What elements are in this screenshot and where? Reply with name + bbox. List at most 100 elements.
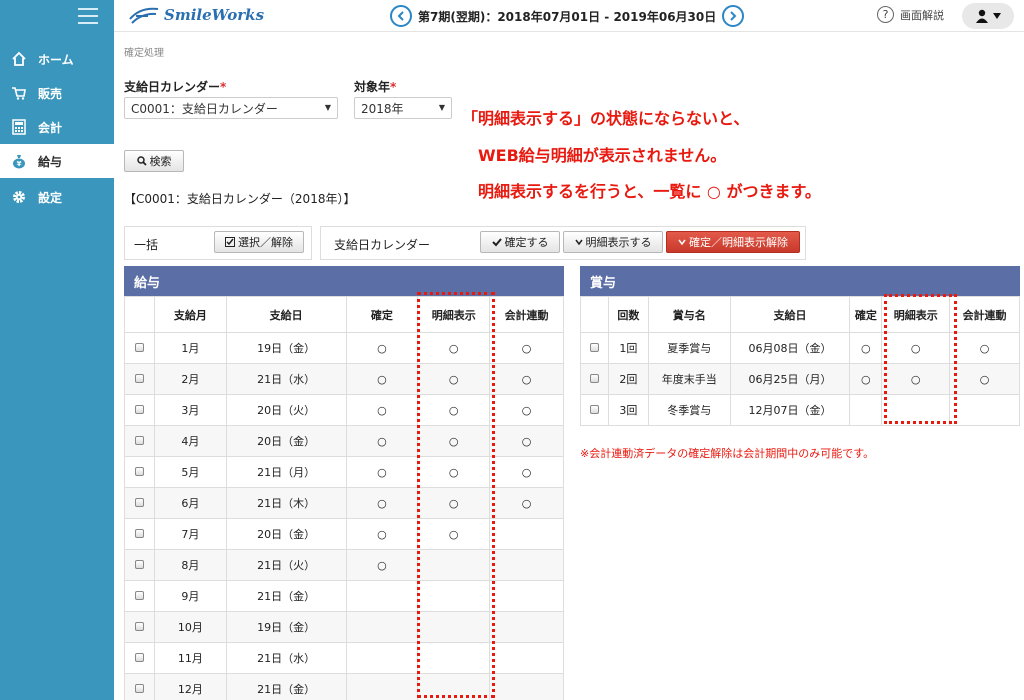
table-row: 7月 20日（金） ○ ○ [124, 518, 564, 550]
sidebar-item-home[interactable]: ホーム [0, 42, 114, 76]
pay-day: 21日（火） [225, 549, 347, 581]
pay-month: 5月 [153, 456, 227, 488]
accounting-note: ※会計連動済データの確定解除は会計期間中のみ可能です。 [580, 447, 875, 460]
pay-day: 21日（金） [225, 580, 347, 612]
row-checkbox[interactable] [134, 435, 144, 445]
linked-status-mark: ○ [979, 372, 990, 386]
bonus-name: 冬季賞与 [647, 394, 731, 426]
year-select[interactable]: 2018年 ▼ [354, 97, 452, 119]
linked-status: ○ [489, 394, 564, 426]
sidebar-item-label: 会計 [38, 120, 63, 135]
row-checkbox[interactable] [134, 342, 144, 352]
table-row: 5月 21日（月） ○ ○ ○ [124, 456, 564, 488]
bonus-column-header: 賞与名 [647, 296, 731, 333]
linked-status [489, 549, 564, 581]
select-toggle-button[interactable]: 選択／解除 [214, 231, 304, 253]
pay-day: 20日（金） [225, 518, 347, 550]
salary-checkbox-cell [124, 549, 155, 581]
linked-status: ○ [489, 456, 564, 488]
select-toggle-label: 選択／解除 [238, 236, 293, 249]
salary-checkbox-cell [124, 487, 155, 519]
logo-swoosh-icon [129, 7, 159, 24]
salary-column-header [124, 296, 155, 333]
row-checkbox[interactable] [589, 342, 599, 352]
search-button[interactable]: 検索 [124, 150, 184, 172]
screen-help-link[interactable]: ? 画面解説 [877, 6, 944, 23]
salary-checkbox-cell [124, 673, 155, 700]
confirmed-status: ○ [345, 518, 419, 550]
sidebar-item-accounting[interactable]: 会計 [0, 110, 114, 144]
period-label: 第7期(翌期)：2018年07月01日 - 2019年06月30日 [418, 9, 717, 24]
table-row: 12月 21日（金） [124, 673, 564, 700]
salary-checkbox-cell [124, 518, 155, 550]
bonus-day: 06月08日（金） [729, 332, 851, 364]
sidebar-item-sales[interactable]: 販売 [0, 76, 114, 110]
row-checkbox[interactable] [134, 590, 144, 600]
row-checkbox[interactable] [134, 528, 144, 538]
bonus-name: 夏季賞与 [647, 332, 731, 364]
bonus-checkbox-cell [580, 394, 609, 426]
confirm-button[interactable]: 確定する [480, 231, 560, 253]
confirmed-status [849, 394, 883, 426]
pay-day: 21日（水） [225, 642, 347, 674]
row-checkbox[interactable] [134, 683, 144, 693]
caret-down-icon: ▼ [324, 103, 331, 112]
row-checkbox[interactable] [134, 559, 144, 569]
linked-status [489, 518, 564, 550]
linked-status: ○ [949, 332, 1020, 364]
sidebar-item-payroll[interactable]: ¥ 給与 [0, 144, 114, 178]
show-detail-button[interactable]: 明細表示する [563, 231, 663, 253]
confirmed-status [345, 642, 419, 674]
chevron-down-icon [678, 239, 686, 246]
confirmed-status-mark: ○ [377, 434, 387, 448]
confirmed-status-mark: ○ [861, 372, 871, 386]
row-checkbox[interactable] [134, 404, 144, 414]
row-checkbox[interactable] [134, 652, 144, 662]
pay-day: 21日（水） [225, 363, 347, 395]
pay-day: 21日（木） [225, 487, 347, 519]
calendar-select[interactable]: C0001：支給日カレンダー ▼ [124, 97, 338, 119]
action-box-label: 支給日カレンダー [334, 238, 431, 252]
linked-status: ○ [489, 363, 564, 395]
bonus-column-header: 会計連動 [949, 296, 1020, 333]
search-button-label: 検索 [149, 155, 172, 168]
pay-month: 8月 [153, 549, 227, 581]
row-checkbox[interactable] [134, 466, 144, 476]
linked-status-mark: ○ [521, 434, 532, 448]
confirmed-status: ○ [849, 363, 883, 395]
pay-month: 7月 [153, 518, 227, 550]
hamburger-menu-icon[interactable] [78, 8, 98, 24]
release-button[interactable]: 確定／明細表示解除 [666, 231, 800, 253]
pay-month: 2月 [153, 363, 227, 395]
pay-day: 19日（金） [225, 332, 347, 364]
table-row: 10月 19日（金） [124, 611, 564, 643]
confirmed-status: ○ [345, 332, 419, 364]
home-icon [10, 50, 28, 68]
user-menu-button[interactable] [962, 3, 1014, 29]
table-row: 4月 20日（金） ○ ○ ○ [124, 425, 564, 457]
salary-column-header: 確定 [345, 296, 419, 333]
salary-checkbox-cell [124, 425, 155, 457]
bonus-count: 2回 [607, 363, 649, 395]
row-checkbox[interactable] [589, 404, 599, 414]
annotation-line-2: WEB給与明細が表示されません。 [478, 146, 727, 165]
previous-period-button[interactable] [390, 5, 412, 27]
next-period-button[interactable] [722, 5, 745, 27]
row-checkbox[interactable] [134, 373, 144, 383]
row-checkbox[interactable] [134, 497, 144, 507]
check-icon [491, 238, 502, 247]
bonus-day: 06月25日（月） [729, 363, 851, 395]
confirmed-status-mark: ○ [377, 558, 387, 572]
confirmed-status: ○ [345, 487, 419, 519]
pay-month: 6月 [153, 487, 227, 519]
salary-checkbox-cell [124, 332, 155, 364]
row-checkbox[interactable] [134, 621, 144, 631]
confirmed-status: ○ [345, 394, 419, 426]
logo[interactable]: SmileWorks [128, 4, 264, 26]
confirmed-status-mark: ○ [377, 527, 387, 541]
linked-status [489, 580, 564, 612]
sidebar-item-settings[interactable]: 設定 [0, 180, 114, 214]
row-checkbox[interactable] [589, 373, 599, 383]
confirmed-status-mark: ○ [861, 341, 871, 355]
release-button-label: 確定／明細表示解除 [689, 236, 788, 249]
